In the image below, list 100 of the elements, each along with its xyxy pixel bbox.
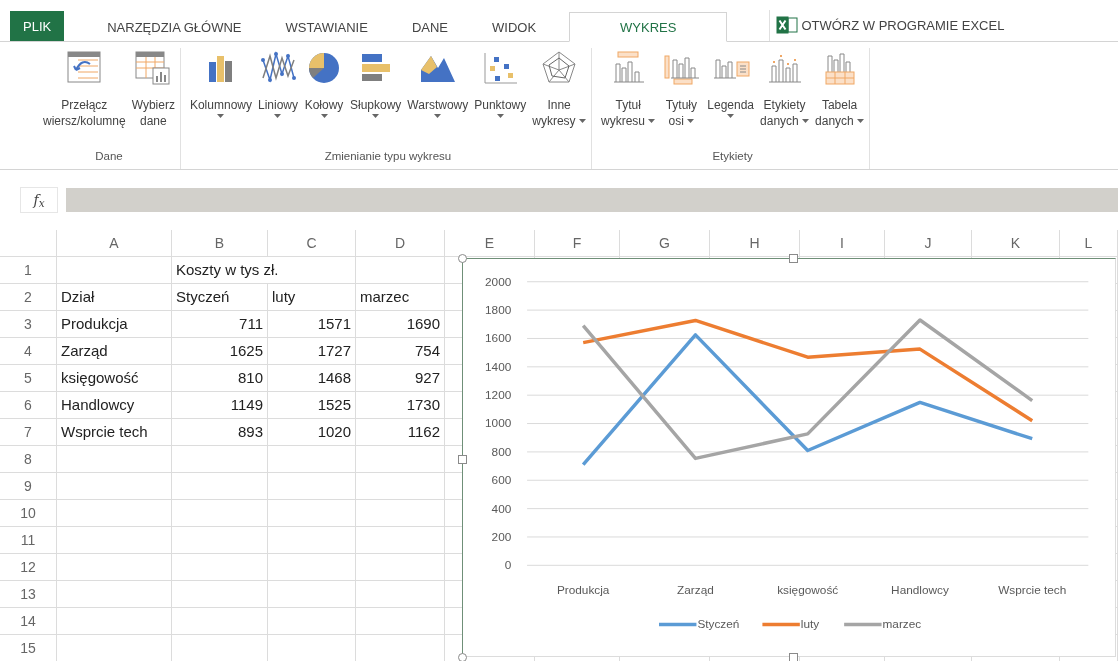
ribbon-button[interactable]: Tabela danych xyxy=(812,48,868,148)
table-cell: 893 xyxy=(172,419,268,446)
corner-cell[interactable] xyxy=(0,230,57,257)
resize-handle[interactable] xyxy=(458,455,467,464)
group-label: Zmienianie typu wykresu xyxy=(323,148,453,164)
resize-handle[interactable] xyxy=(458,254,467,263)
row-header[interactable]: 15 xyxy=(0,635,57,661)
axis-tick-label: 400 xyxy=(491,501,512,516)
axis-tick-label: 1000 xyxy=(485,415,512,430)
formula-input[interactable] xyxy=(66,188,1118,212)
table-cell: Zarząd xyxy=(57,338,172,365)
row-header[interactable]: 9 xyxy=(0,473,57,500)
table-cell: księgowość xyxy=(57,365,172,392)
ribbon-button[interactable]: Punktowy xyxy=(471,48,530,148)
table-cell: 1730 xyxy=(356,392,445,419)
axis-tick-label: 800 xyxy=(491,444,512,459)
column-header[interactable]: I xyxy=(800,230,885,257)
ribbon-button[interactable]: Etykiety danych xyxy=(757,48,813,148)
ribbon-tab[interactable]: NARZĘDZIA GŁÓWNE xyxy=(96,12,253,41)
column-header[interactable]: J xyxy=(885,230,972,257)
column-header[interactable]: A xyxy=(57,230,172,257)
table-cell: 1020 xyxy=(268,419,356,446)
ribbon-tab[interactable]: WYKRES xyxy=(569,12,728,42)
file-tab[interactable]: PLIK xyxy=(10,11,65,41)
table-cell: 1625 xyxy=(172,338,268,365)
column-header[interactable]: B xyxy=(172,230,268,257)
legend-label: Styczeń xyxy=(697,616,740,631)
resize-handle[interactable] xyxy=(458,653,467,661)
table-cell: luty xyxy=(268,284,356,311)
column-header[interactable]: L xyxy=(1060,230,1118,257)
column-header[interactable]: F xyxy=(535,230,620,257)
category-label: Handlowcy xyxy=(891,582,949,597)
ribbon-button[interactable]: Inne wykresy xyxy=(529,48,589,148)
category-label: Produkcja xyxy=(556,582,610,597)
row-header[interactable]: 14 xyxy=(0,608,57,635)
table-cell: Wsprcie tech xyxy=(57,419,172,446)
table-cell: 711 xyxy=(172,311,268,338)
row-header[interactable]: 1 xyxy=(0,257,57,284)
table-cell: 1162 xyxy=(356,419,445,446)
table-cell: 1149 xyxy=(172,392,268,419)
row-header[interactable]: 5 xyxy=(0,365,57,392)
table-cell: Dział xyxy=(57,284,172,311)
row-header[interactable]: 12 xyxy=(0,554,57,581)
ribbon-button[interactable]: Wybierz dane xyxy=(128,48,178,148)
row-header[interactable]: 10 xyxy=(0,500,57,527)
table-cell: 927 xyxy=(356,365,445,392)
ribbon-button[interactable]: Legenda xyxy=(704,48,758,148)
table-cell: 1468 xyxy=(268,365,356,392)
table-cell: 1525 xyxy=(268,392,356,419)
table-cell: Styczeń xyxy=(172,284,268,311)
resize-handle[interactable] xyxy=(789,254,798,263)
axis-tick-label: 600 xyxy=(491,472,512,487)
axis-tick-label: 2000 xyxy=(485,274,512,289)
axis-tick-label: 1200 xyxy=(485,387,512,402)
ribbon-button[interactable]: Przełącz wiersz/kolumnę xyxy=(40,48,129,148)
open-in-excel-button[interactable]: OTWÓRZ W PROGRAMIE EXCEL xyxy=(769,9,1011,41)
axis-tick-label: 1800 xyxy=(485,302,512,317)
axis-tick-label: 0 xyxy=(504,557,512,572)
row-header[interactable]: 2 xyxy=(0,284,57,311)
row-header[interactable]: 7 xyxy=(0,419,57,446)
ribbon-tab[interactable]: WSTAWIANIE xyxy=(274,12,379,41)
ribbon-button[interactable]: Słupkowy xyxy=(347,48,405,148)
table-cell: 1727 xyxy=(268,338,356,365)
column-header[interactable]: K xyxy=(972,230,1060,257)
row-header[interactable]: 3 xyxy=(0,311,57,338)
row-header[interactable]: 13 xyxy=(0,581,57,608)
legend-label: marzec xyxy=(882,616,922,631)
ribbon-button[interactable]: Warstwowy xyxy=(404,48,472,148)
ribbon-button[interactable]: Liniowy xyxy=(254,48,301,148)
ribbon-button[interactable]: Kołowy xyxy=(301,48,347,148)
ribbon-tab[interactable]: WIDOK xyxy=(481,12,548,41)
row-header[interactable]: 6 xyxy=(0,392,57,419)
ribbon-tab[interactable]: DANE xyxy=(400,12,459,41)
table-cell: 754 xyxy=(356,338,445,365)
table-cell: 1571 xyxy=(268,311,356,338)
legend-label: luty xyxy=(800,616,820,631)
ribbon-button[interactable]: Tytuł wykresu xyxy=(597,48,659,148)
ribbon-button[interactable]: Kolumnowy xyxy=(186,48,255,148)
category-label: Wsprcie tech xyxy=(998,582,1067,597)
table-cell: Koszty w tys zł. xyxy=(172,257,356,284)
ribbon-button[interactable]: Tytuły osi xyxy=(658,48,705,148)
axis-tick-label: 200 xyxy=(491,529,512,544)
row-header[interactable]: 8 xyxy=(0,446,57,473)
table-cell: Produkcja xyxy=(57,311,172,338)
table-cell: 1690 xyxy=(356,311,445,338)
axis-tick-label: 1400 xyxy=(485,359,512,374)
resize-handle[interactable] xyxy=(789,653,798,661)
column-header[interactable]: G xyxy=(620,230,710,257)
table-cell: Handlowcy xyxy=(57,392,172,419)
category-label: Zarząd xyxy=(677,582,714,597)
spreadsheet-icon xyxy=(776,16,799,35)
row-header[interactable]: 11 xyxy=(0,527,57,554)
function-button[interactable]: f$_{x}$ xyxy=(20,187,58,213)
group-label: Dane xyxy=(94,148,124,164)
category-label: księgowość xyxy=(777,582,839,597)
axis-tick-label: 1600 xyxy=(485,330,512,345)
column-header[interactable]: D xyxy=(356,230,445,257)
column-header[interactable]: C xyxy=(268,230,356,257)
row-header[interactable]: 4 xyxy=(0,338,57,365)
table-cell: marzec xyxy=(356,284,445,311)
